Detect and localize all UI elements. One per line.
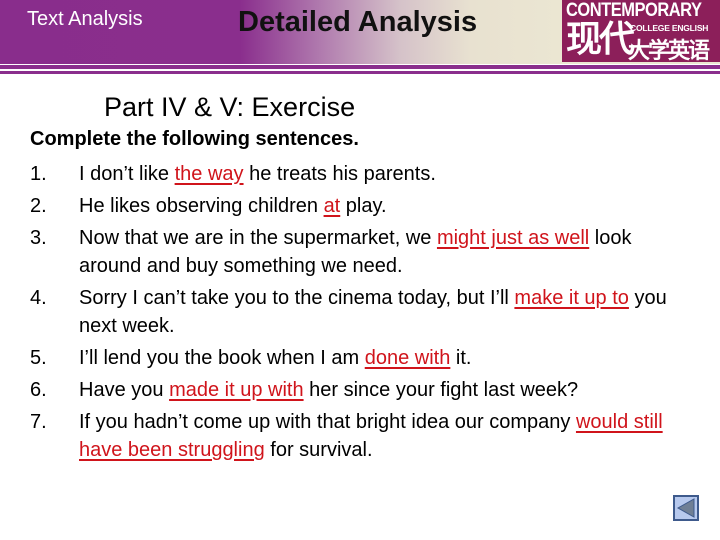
exercise-sentence: Have you made it up with her since your … xyxy=(79,379,578,401)
exercise-number: 2. xyxy=(30,195,47,217)
textbook-logo: CONTEMPORARY 现代 COLLEGE ENGLISH 大学英语 xyxy=(562,0,720,64)
answer-phrase: made it up with xyxy=(169,379,304,401)
header-divider-bottom xyxy=(0,71,720,74)
exercise-number: 4. xyxy=(30,287,47,309)
exercise-number: 7. xyxy=(30,411,47,433)
exercise-item: 4. Sorry I can’t take you to the cinema t… xyxy=(30,284,690,340)
section-label: Text Analysis xyxy=(27,8,143,30)
exercise-item: 6. Have you made it up with her since you… xyxy=(30,376,690,404)
logo-subtitle: COLLEGE ENGLISH xyxy=(630,23,709,33)
exercise-sentence: He likes observing children at play. xyxy=(79,195,387,217)
sentence-text: I’ll lend you the book when I am xyxy=(79,347,365,369)
exercise-sentence: I’ll lend you the book when I am done wi… xyxy=(79,347,471,369)
exercise-sentence: I don’t like the way he treats his paren… xyxy=(79,163,436,185)
slide-title: Detailed Analysis xyxy=(238,6,478,38)
logo-chinese-small: 大学英语 xyxy=(628,39,710,64)
sentence-text: play. xyxy=(340,195,387,217)
exercise-item: 2. He likes observing children at play. xyxy=(30,192,690,220)
sentence-text: he treats his parents. xyxy=(243,163,436,185)
exercise-sentence: If you hadn’t come up with that bright i… xyxy=(79,411,663,461)
exercise-number: 5. xyxy=(30,347,47,369)
triangle-left-icon xyxy=(676,498,695,518)
sentence-text: I don’t like xyxy=(79,163,175,185)
logo-chinese-large: 现代 xyxy=(566,19,635,60)
sentence-text: it. xyxy=(450,347,472,369)
sentence-text: her since your fight last week? xyxy=(303,379,579,401)
header-divider-top xyxy=(0,65,720,69)
answer-phrase: might just as well xyxy=(436,227,590,249)
exercise-list: 1. I don’t like the way he treats his par… xyxy=(30,160,690,468)
exercise-heading: Part IV & V: Exercise xyxy=(104,92,356,122)
answer-phrase: at xyxy=(323,195,341,217)
exercise-item: 7. If you hadn’t come up with that bright… xyxy=(30,408,690,464)
sentence-text: for survival. xyxy=(264,439,373,461)
slide-header: Text Analysis Detailed Analysis CONTEMPO… xyxy=(0,0,720,64)
sentence-text: Have you xyxy=(79,379,170,401)
sentence-text: Sorry I can’t take you to the cinema tod… xyxy=(79,287,515,309)
exercise-number: 1. xyxy=(30,163,47,185)
exercise-item: 5. I’ll lend you the book when I am done … xyxy=(30,344,690,372)
exercise-item: 3. Now that we are in the supermarket, we… xyxy=(30,224,690,280)
exercise-number: 3. xyxy=(30,227,47,249)
sentence-text: If you hadn’t come up with that bright i… xyxy=(79,411,576,433)
exercise-sentence: Sorry I can’t take you to the cinema tod… xyxy=(79,287,667,337)
answer-phrase: done with xyxy=(364,347,451,369)
answer-phrase: make it up to xyxy=(514,287,629,309)
exercise-instruction: Complete the following sentences. xyxy=(30,128,359,150)
exercise-number: 6. xyxy=(30,379,47,401)
sentence-text: He likes observing children xyxy=(79,195,324,217)
exercise-item: 1. I don’t like the way he treats his par… xyxy=(30,160,690,188)
sentence-text: Now that we are in the supermarket, we xyxy=(79,227,437,249)
exercise-sentence: Now that we are in the supermarket, we m… xyxy=(79,227,631,277)
answer-phrase: the way xyxy=(174,163,244,185)
back-button[interactable] xyxy=(673,495,699,521)
